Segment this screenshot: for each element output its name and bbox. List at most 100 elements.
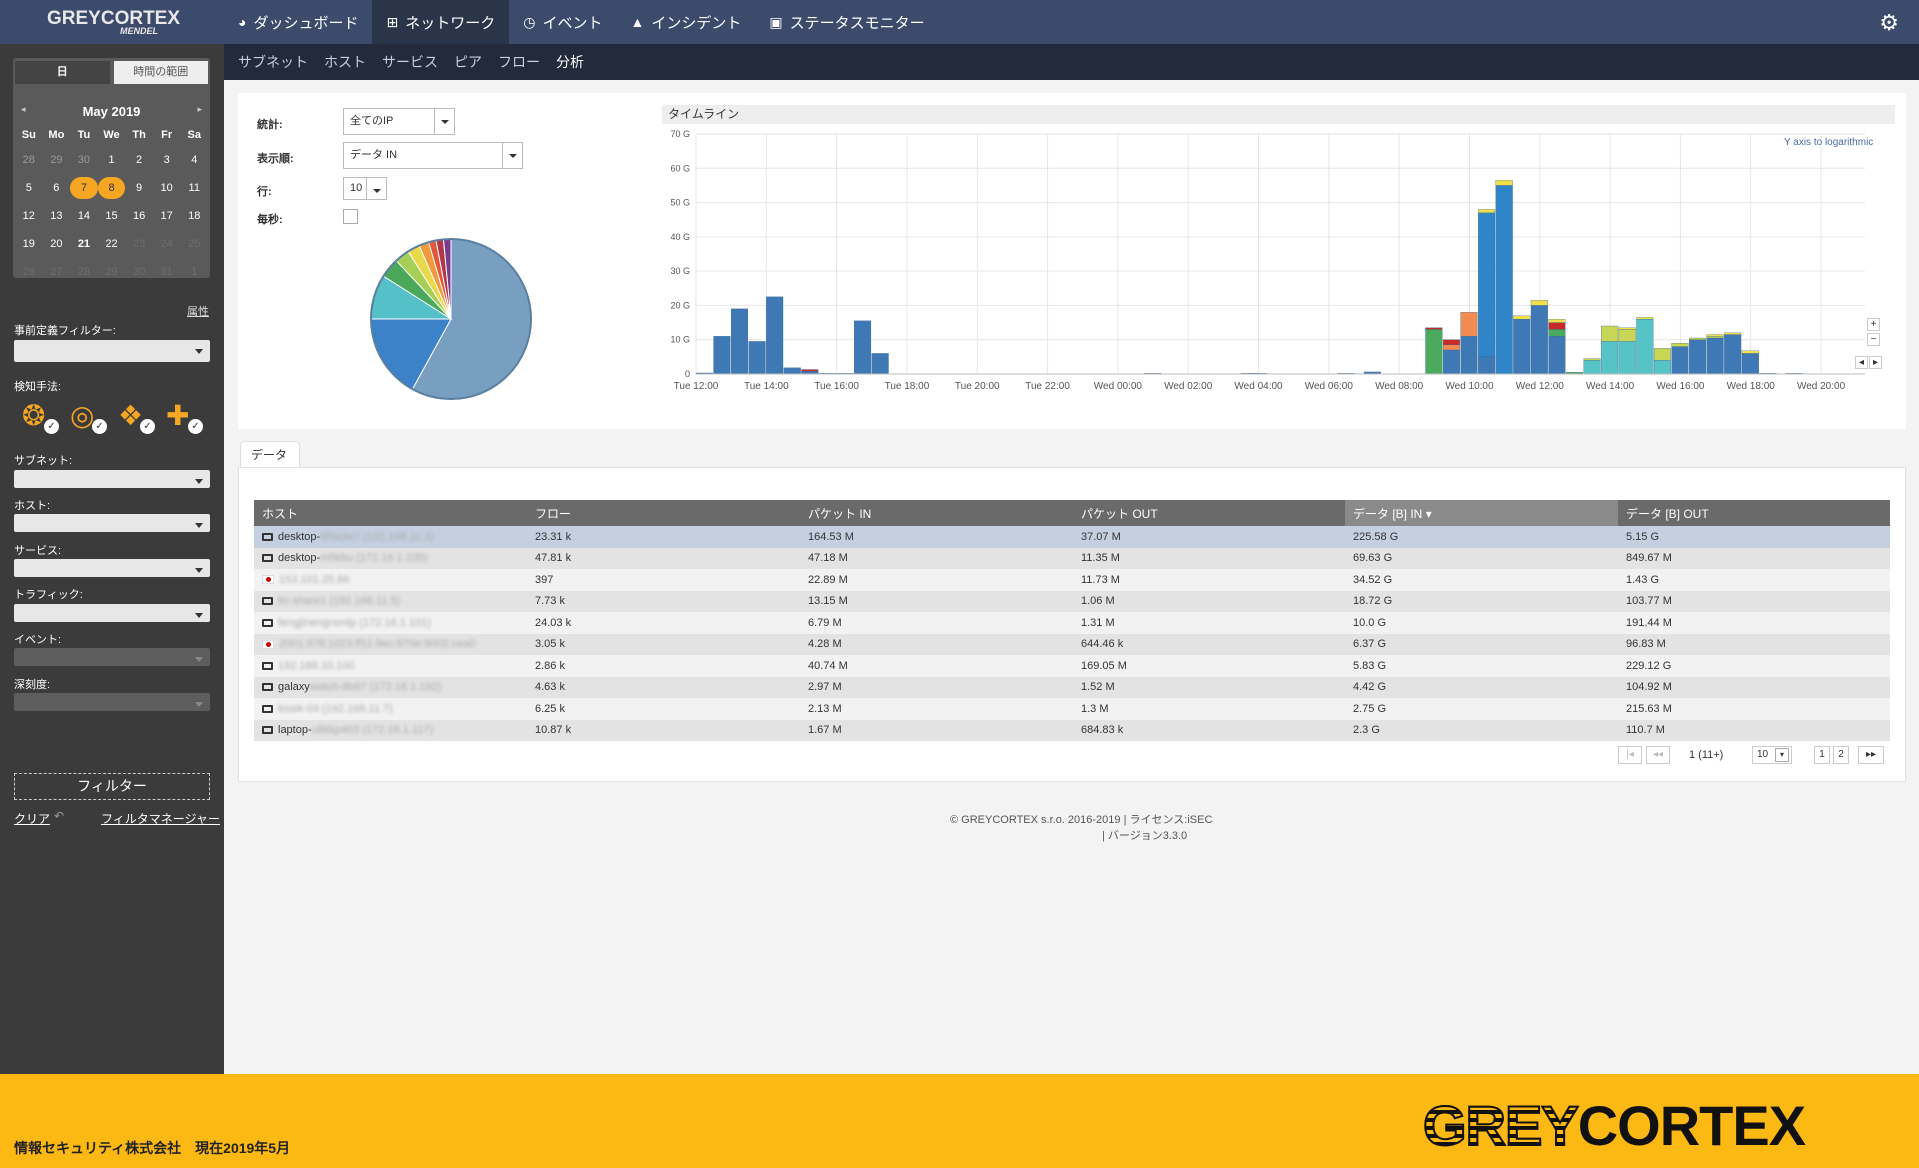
subnav-peers[interactable]: ピア xyxy=(454,52,482,72)
subnet-select[interactable] xyxy=(14,470,210,488)
first-page-button[interactable]: |◂ xyxy=(1618,746,1642,764)
nav-status-monitor[interactable]: ▣ ステータスモニター xyxy=(755,0,938,44)
table-row[interactable]: desktop-6f3a3e7 (192.168.11.3) 23.31 k 164… xyxy=(254,526,1890,548)
pan-left-button[interactable]: ◂ xyxy=(1855,356,1868,369)
cell-host[interactable]: fengjinengnontp (172.16.1.101) xyxy=(254,612,527,634)
calendar-day[interactable]: 20 xyxy=(43,233,71,255)
subnav-analysis[interactable]: 分析 xyxy=(556,52,584,72)
cell-host[interactable]: desktop-m5kbu (172.16.1.235) xyxy=(254,547,527,569)
calendar-day[interactable]: 11 xyxy=(180,177,208,199)
gear-icon[interactable]: ⚙ xyxy=(1879,10,1899,36)
host-select[interactable] xyxy=(14,514,210,532)
method-medkit[interactable]: ✚ ✓ xyxy=(166,399,214,439)
method-fingerprint[interactable]: ◎ ✓ xyxy=(70,399,118,439)
calendar-day[interactable]: 15 xyxy=(98,205,126,227)
calendar-day[interactable]: 12 xyxy=(15,205,43,227)
service-select[interactable] xyxy=(14,559,210,577)
table-row[interactable]: 153.101.25.86 397 22.89 M 11.73 M 34.52 G 1.4… xyxy=(254,569,1890,591)
clear-link[interactable]: クリア xyxy=(14,810,50,827)
app-logo[interactable]: GREYCORTEX MENDEL xyxy=(0,0,224,44)
calendar-day-selected[interactable]: 7 xyxy=(70,177,98,199)
next-month-icon[interactable]: ▸ xyxy=(197,104,202,115)
table-row[interactable]: 192.168.10.100 2.86 k 40.74 M 169.05 M 5.83 … xyxy=(254,655,1890,677)
subnav-flows[interactable]: フロー xyxy=(498,52,540,72)
nav-dashboard[interactable]: ◕ ダッシュボード xyxy=(224,0,372,44)
calendar-day[interactable]: 13 xyxy=(43,205,71,227)
calendar-day[interactable]: 29 xyxy=(43,149,71,171)
calendar-day[interactable]: 22 xyxy=(98,233,126,255)
col-host[interactable]: ホスト xyxy=(254,500,527,526)
table-row[interactable]: laptop-u6kkp403 (172.16.1.117) 10.87 k 1.6… xyxy=(254,719,1890,741)
filter-button[interactable]: フィルター xyxy=(14,773,210,800)
traffic-select[interactable] xyxy=(14,604,210,622)
prev-page-button[interactable]: ◂◂ xyxy=(1646,746,1670,764)
log-scale-toggle[interactable]: Y axis to logarithmic xyxy=(1784,137,1873,148)
col-packets-out[interactable]: パケット OUT xyxy=(1073,500,1345,526)
calendar-day[interactable]: 9 xyxy=(125,177,153,199)
cell-host[interactable]: 153.101.25.86 xyxy=(254,569,527,591)
pan-right-button[interactable]: ▸ xyxy=(1869,356,1882,369)
per-second-checkbox[interactable] xyxy=(343,209,358,224)
undo-icon[interactable]: ↶ xyxy=(54,809,64,823)
col-packets-in[interactable]: パケット IN xyxy=(800,500,1073,526)
page-1-button[interactable]: 1 xyxy=(1814,746,1830,764)
col-data-out[interactable]: データ [B] OUT xyxy=(1618,500,1890,526)
next-page-button[interactable]: ▸▸ xyxy=(1858,746,1884,764)
table-row[interactable]: desktop-m5kbu (172.16.1.235) 47.81 k 47.18… xyxy=(254,547,1890,569)
subnav-hosts[interactable]: ホスト xyxy=(324,52,366,72)
zoom-out-button[interactable]: − xyxy=(1867,333,1880,346)
page-size-select[interactable]: 10 ▾ xyxy=(1752,746,1792,764)
calendar-day[interactable]: 4 xyxy=(180,149,208,171)
nav-events[interactable]: ◷ イベント xyxy=(509,0,616,44)
stat-select[interactable]: 全てのIP xyxy=(343,108,455,135)
prev-month-icon[interactable]: ◂ xyxy=(21,104,26,115)
col-data-in[interactable]: データ [B] IN ▾ xyxy=(1345,500,1618,526)
order-select[interactable]: データ IN xyxy=(343,142,523,169)
rows-select[interactable]: 10 xyxy=(343,177,387,200)
cell-host[interactable]: galaxywatch-8b97 (172.16.1.192) xyxy=(254,676,527,698)
cell-host[interactable]: 2001:378:1023:ff11:9ec:970e:9002:cea0 xyxy=(254,633,527,655)
cell-host[interactable]: desktop-6f3a3e7 (192.168.11.3) xyxy=(254,526,527,548)
subnav-services[interactable]: サービス xyxy=(382,52,438,72)
attributes-link[interactable]: 属性 xyxy=(187,303,209,319)
calendar-day-selected[interactable]: 8 xyxy=(97,177,126,199)
table-row[interactable]: lin-share1 (192.168.11.5) 7.73 k 13.15 M 1.… xyxy=(254,590,1890,612)
calendar-day[interactable]: 2 xyxy=(125,149,153,171)
col-flows[interactable]: フロー xyxy=(527,500,800,526)
calendar-day[interactable]: 18 xyxy=(180,205,208,227)
calendar-day[interactable]: 19 xyxy=(15,233,43,255)
cell-host[interactable]: lin-share1 (192.168.11.5) xyxy=(254,590,527,612)
predefined-filter-select[interactable] xyxy=(14,340,210,362)
method-brain[interactable]: ❂ ✓ xyxy=(22,399,70,439)
severity-select xyxy=(14,693,210,711)
calendar-day-today[interactable]: 21 xyxy=(70,233,98,255)
nav-network[interactable]: ⊞ ネットワーク xyxy=(372,0,510,44)
calendar-day[interactable]: 5 xyxy=(15,177,43,199)
subnav-subnets[interactable]: サブネット xyxy=(238,52,308,72)
table-row[interactable]: galaxywatch-8b97 (172.16.1.192) 4.63 k 2.9… xyxy=(254,676,1890,698)
table-row[interactable]: kiosk-03 (192.168.11.7) 6.25 k 2.13 M 1.3 M… xyxy=(254,698,1890,720)
calendar-day[interactable]: 30 xyxy=(70,149,98,171)
calendar-day[interactable]: 17 xyxy=(153,205,181,227)
calendar-day[interactable]: 10 xyxy=(153,177,181,199)
calendar-day[interactable]: 14 xyxy=(70,205,98,227)
tab-day[interactable]: 日 xyxy=(15,61,110,84)
calendar-day[interactable]: 1 xyxy=(98,149,126,171)
bar-segment xyxy=(1601,341,1619,375)
cell-host[interactable]: laptop-u6kkp403 (172.16.1.117) xyxy=(254,719,527,741)
calendar-day[interactable]: 3 xyxy=(153,149,181,171)
table-row[interactable]: fengjinengnontp (172.16.1.101) 24.03 k 6.7… xyxy=(254,612,1890,634)
calendar-day[interactable]: 6 xyxy=(43,177,71,199)
table-row[interactable]: 2001:378:1023:ff11:9ec:970e:9002:cea0 3.0… xyxy=(254,633,1890,655)
filter-manager-link[interactable]: フィルタマネージャー xyxy=(101,810,220,827)
calendar-day[interactable]: 16 xyxy=(125,205,153,227)
cell-host[interactable]: 192.168.10.100 xyxy=(254,655,527,677)
page-2-button[interactable]: 2 xyxy=(1833,746,1849,764)
tab-data[interactable]: データ xyxy=(240,441,300,468)
cell-host[interactable]: kiosk-03 (192.168.11.7) xyxy=(254,698,527,720)
method-blocks[interactable]: ❖ ✓ xyxy=(118,399,166,439)
zoom-in-button[interactable]: + xyxy=(1867,318,1880,331)
nav-incidents[interactable]: ▲ インシデント xyxy=(616,0,755,44)
calendar-day[interactable]: 28 xyxy=(15,149,43,171)
tab-time-range[interactable]: 時間の範囲 xyxy=(113,61,208,84)
